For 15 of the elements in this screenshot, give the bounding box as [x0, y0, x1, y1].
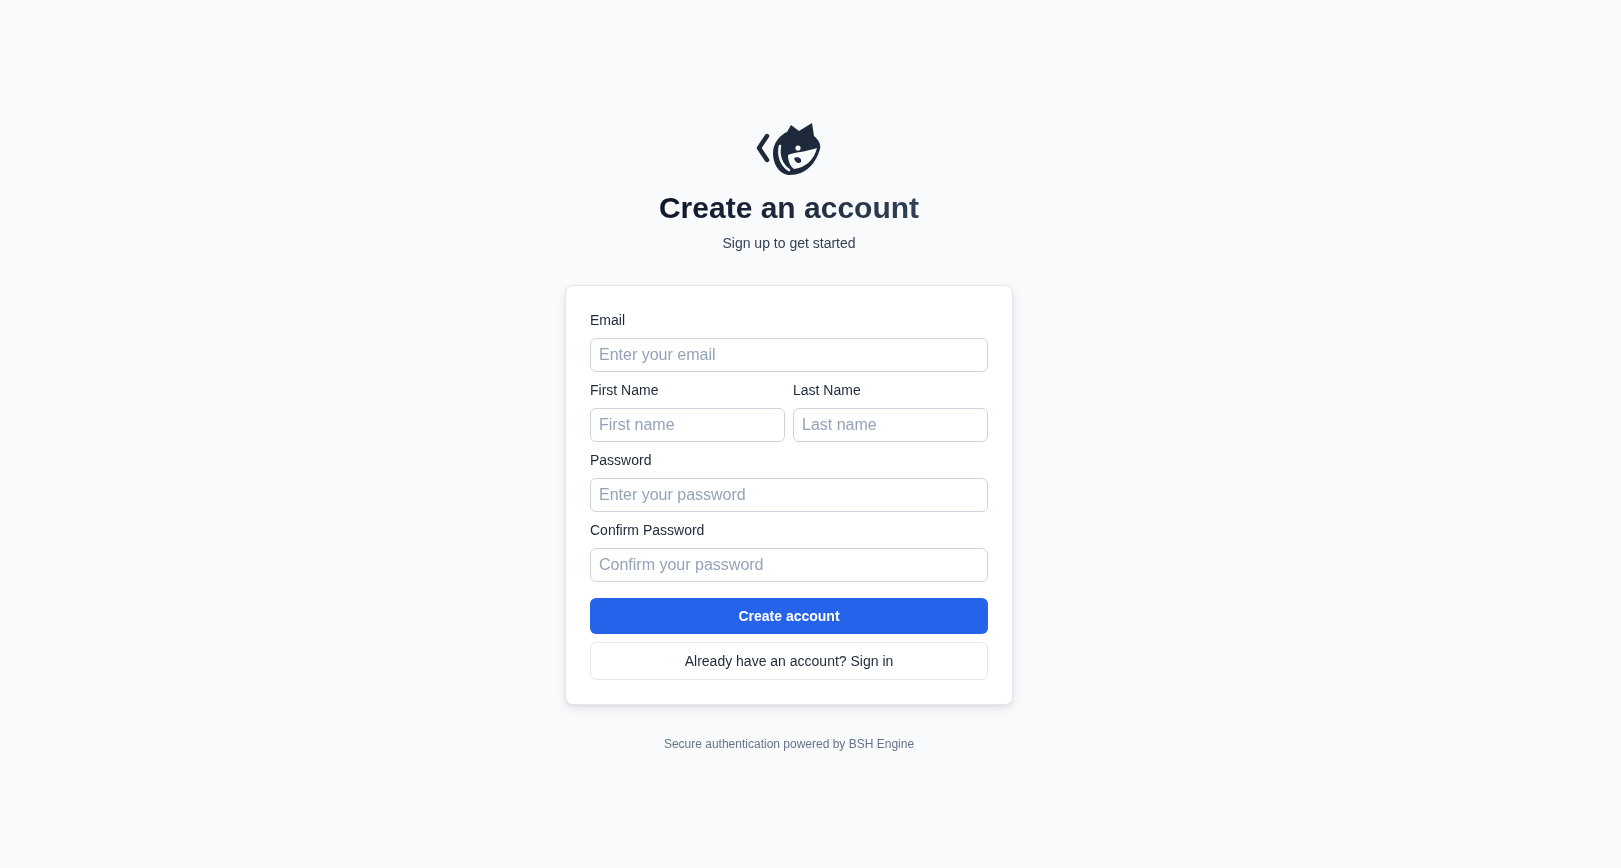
- animal-head-logo-icon: [756, 122, 822, 176]
- page-subtitle: Sign up to get started: [722, 234, 856, 253]
- input-field[interactable]: Enter your email: [590, 338, 988, 372]
- create-account-button[interactable]: Create account: [590, 598, 988, 634]
- input-field[interactable]: First name: [590, 408, 785, 442]
- input-field[interactable]: Enter your password: [590, 478, 988, 512]
- input-field[interactable]: Last name: [793, 408, 988, 442]
- field-label: Confirm Password: [590, 521, 705, 540]
- field-label: Email: [590, 311, 625, 330]
- field-label: Last Name: [793, 381, 861, 400]
- field-label: First Name: [590, 381, 659, 400]
- input-field[interactable]: Confirm your password: [590, 548, 988, 582]
- sign-in-button[interactable]: Already have an account? Sign in: [590, 642, 988, 680]
- field-label: Password: [590, 451, 652, 470]
- footer-text: Secure authentication powered by BSH Engine: [663, 736, 915, 752]
